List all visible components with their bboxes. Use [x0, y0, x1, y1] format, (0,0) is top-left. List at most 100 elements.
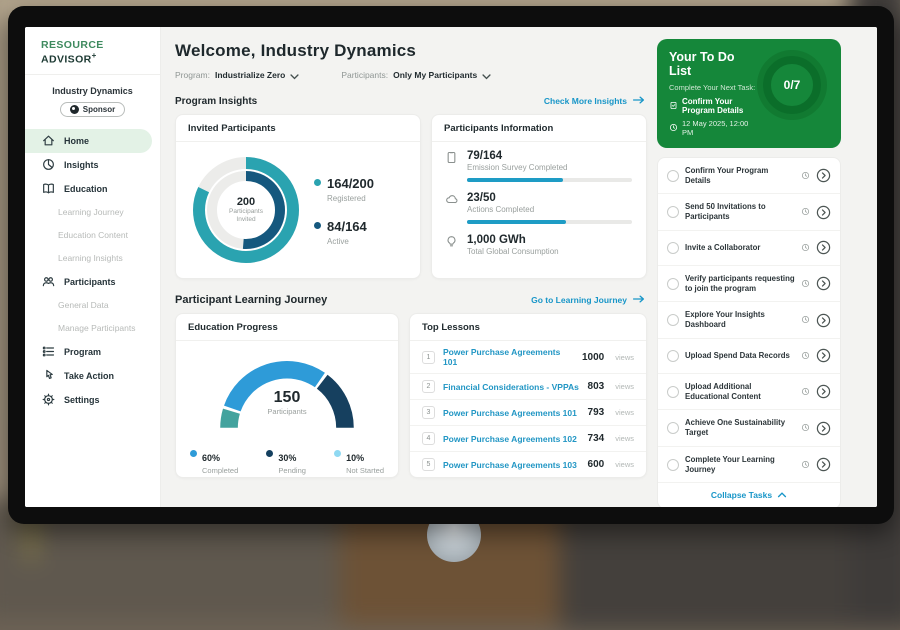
app-logo: RESOURCE ADVISOR+: [25, 39, 160, 75]
program-icon: [41, 344, 56, 359]
donut-legend: 164/200 Registered 84/164 Active: [314, 175, 374, 246]
task-checkbox[interactable]: [667, 422, 679, 434]
education-progress-card: Education Progress 150 Participants 60% …: [175, 313, 399, 478]
lesson-row: 1 Power Purchase Agreements 101 1000view…: [410, 341, 646, 374]
participants-filter[interactable]: Participants: Only My Participants: [341, 70, 491, 80]
clock-icon: [801, 456, 810, 474]
legend-pending: 30% Pending: [266, 448, 306, 475]
sidebar-item-education-content[interactable]: Education Content: [25, 224, 160, 247]
logo-resource: RESOURCE: [41, 39, 104, 51]
lesson-link[interactable]: Financial Considerations - VPPAs: [443, 382, 580, 392]
task-doc-icon: [669, 101, 678, 112]
chevron-up-icon: [777, 492, 787, 498]
participants-information-card: Participants Information 79/164 Emission…: [431, 114, 647, 279]
logo-plus: +: [92, 51, 97, 60]
sidebar-item-home[interactable]: Home: [25, 129, 152, 153]
lesson-link[interactable]: Power Purchase Agreements 101: [443, 347, 574, 367]
education-progress-gauge-chart: 150 Participants: [207, 347, 367, 440]
lesson-row: 3 Power Purchase Agreements 101 793views: [410, 400, 646, 426]
lesson-row: 2 Financial Considerations - VPPAs 803vi…: [410, 374, 646, 400]
education-icon: [41, 181, 56, 196]
task-row-upload-spend-data[interactable]: Upload Spend Data Records: [658, 339, 840, 374]
chevron-down-icon: [290, 72, 299, 78]
chevron-right-icon[interactable]: [816, 276, 831, 291]
invited-participants-card: Invited Participants 200: [175, 114, 421, 279]
card-title: Participants Information: [432, 115, 646, 142]
stat-emission-survey: 79/164 Emission Survey Completed: [432, 142, 646, 184]
invited-participants-donut-chart: 200 Participants Invited: [186, 150, 306, 270]
task-row-confirm-program[interactable]: Confirm Your Program Details: [658, 158, 840, 194]
chevron-right-icon[interactable]: [816, 313, 831, 328]
rank-badge: 5: [422, 458, 435, 471]
task-checkbox[interactable]: [667, 459, 679, 471]
sidebar-item-insights[interactable]: Insights: [25, 153, 160, 177]
go-to-learning-journey-link[interactable]: Go to Learning Journey: [531, 294, 645, 306]
take-action-icon: [41, 368, 56, 383]
insights-icon: [41, 157, 56, 172]
task-checkbox[interactable]: [667, 278, 679, 290]
task-row-invite-collaborator[interactable]: Invite a Collaborator: [658, 231, 840, 266]
page-title: Welcome, Industry Dynamics: [175, 41, 647, 61]
task-row-explore-insights[interactable]: Explore Your Insights Dashboard: [658, 302, 840, 338]
section-title-program-insights: Program Insights: [175, 96, 257, 107]
todo-subtitle: Complete Your Next Task:: [669, 83, 757, 92]
sidebar-item-general-data[interactable]: General Data: [25, 294, 160, 317]
legend-dot: [314, 179, 321, 186]
check-more-insights-link[interactable]: Check More Insights: [544, 95, 645, 107]
todo-progress-ring: 0/7: [763, 56, 821, 114]
monitor-bezel: RESOURCE ADVISOR+ Industry Dynamics Spon…: [8, 6, 894, 524]
clock-icon: [669, 123, 678, 134]
chevron-right-icon[interactable]: [816, 421, 831, 436]
lesson-row: 4 Power Purchase Agreements 102 734views: [410, 426, 646, 452]
sidebar-item-settings[interactable]: Settings: [25, 388, 160, 412]
task-checkbox[interactable]: [667, 350, 679, 362]
collapse-tasks-link[interactable]: Collapse Tasks: [658, 483, 840, 507]
sidebar-item-manage-participants[interactable]: Manage Participants: [25, 317, 160, 340]
card-title: Education Progress: [176, 314, 398, 341]
task-checkbox[interactable]: [667, 314, 679, 326]
donut-center-label: Participants Invited: [229, 208, 263, 225]
survey-icon: [444, 150, 459, 182]
sidebar-item-program[interactable]: Program: [25, 340, 160, 364]
chevron-right-icon[interactable]: [816, 168, 831, 183]
task-checkbox[interactable]: [667, 170, 679, 182]
sidebar-item-learning-insights[interactable]: Learning Insights: [25, 247, 160, 270]
rank-badge: 4: [422, 432, 435, 445]
sidebar-item-participants[interactable]: Participants: [25, 270, 160, 294]
lesson-link[interactable]: Power Purchase Agreements 101: [443, 408, 580, 418]
legend-dot: [314, 222, 321, 229]
task-row-upload-educational-content[interactable]: Upload Additional Educational Content: [658, 374, 840, 410]
lesson-link[interactable]: Power Purchase Agreements 102: [443, 434, 580, 444]
task-row-verify-participants[interactable]: Verify participants requesting to join t…: [658, 266, 840, 302]
todo-summary-card: Your To Do List Complete Your Next Task:…: [657, 39, 841, 148]
program-filter[interactable]: Program: Industrialize Zero: [175, 70, 299, 80]
chevron-right-icon[interactable]: [816, 348, 831, 363]
sidebar-item-learning-journey[interactable]: Learning Journey: [25, 201, 160, 224]
legend-dot: [334, 450, 341, 457]
main-content: Welcome, Industry Dynamics Program: Indu…: [161, 27, 647, 507]
task-checkbox[interactable]: [667, 242, 679, 254]
chevron-right-icon[interactable]: [816, 240, 831, 255]
organization-name: Industry Dynamics: [25, 86, 160, 96]
rank-badge: 2: [422, 380, 435, 393]
gauge-legend: 60% Completed 30% Pending 10% Not Starte…: [176, 440, 398, 475]
chevron-down-icon: [482, 72, 491, 78]
rank-badge: 1: [422, 351, 435, 364]
legend-registered: 164/200 Registered: [314, 175, 374, 203]
sidebar-item-take-action[interactable]: Take Action: [25, 364, 160, 388]
chevron-right-icon[interactable]: [816, 384, 831, 399]
lesson-link[interactable]: Power Purchase Agreements 103: [443, 460, 580, 470]
task-row-complete-learning-journey[interactable]: Complete Your Learning Journey: [658, 447, 840, 483]
chevron-right-icon[interactable]: [816, 205, 831, 220]
sidebar-item-education[interactable]: Education: [25, 177, 160, 201]
task-checkbox[interactable]: [667, 206, 679, 218]
task-checkbox[interactable]: [667, 386, 679, 398]
card-title: Top Lessons: [410, 314, 646, 341]
clock-icon: [801, 167, 810, 185]
chevron-right-icon[interactable]: [816, 457, 831, 472]
task-row-achieve-target[interactable]: Achieve One Sustainability Target: [658, 410, 840, 446]
sidebar: RESOURCE ADVISOR+ Industry Dynamics Spon…: [25, 27, 161, 507]
clock-icon: [801, 203, 810, 221]
arrow-right-icon: [632, 95, 645, 107]
task-row-send-invitations[interactable]: Send 50 Invitations to Participants: [658, 194, 840, 230]
